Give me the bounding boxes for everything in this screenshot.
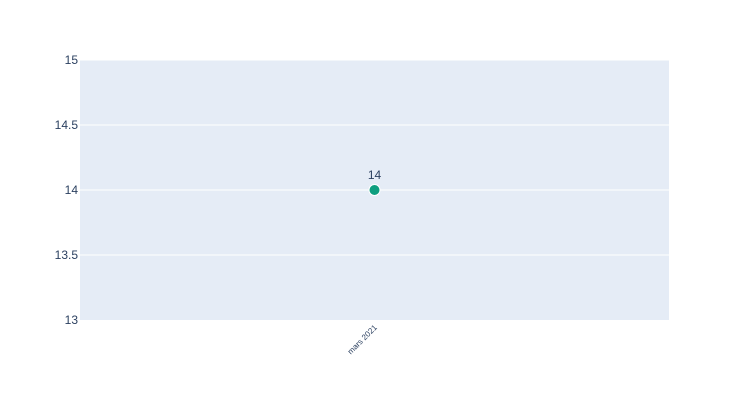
y-tick-label: 13.5 bbox=[55, 248, 79, 262]
data-points: 14 bbox=[368, 168, 382, 196]
x-axis-ticks: mars 2021 bbox=[346, 323, 379, 356]
chart-container: 13 13.5 14 14.5 15 mars 2021 14 bbox=[0, 0, 750, 400]
data-label: 14 bbox=[368, 168, 382, 182]
x-tick-label: mars 2021 bbox=[346, 323, 379, 356]
data-point[interactable] bbox=[368, 184, 381, 196]
y-tick-label: 14 bbox=[65, 183, 79, 197]
chart-svg: 13 13.5 14 14.5 15 mars 2021 14 bbox=[55, 53, 669, 356]
y-tick-label: 13 bbox=[65, 313, 79, 327]
y-axis-ticks: 13 13.5 14 14.5 15 bbox=[55, 53, 79, 327]
y-tick-label: 14.5 bbox=[55, 118, 79, 132]
y-tick-label: 15 bbox=[65, 53, 79, 67]
